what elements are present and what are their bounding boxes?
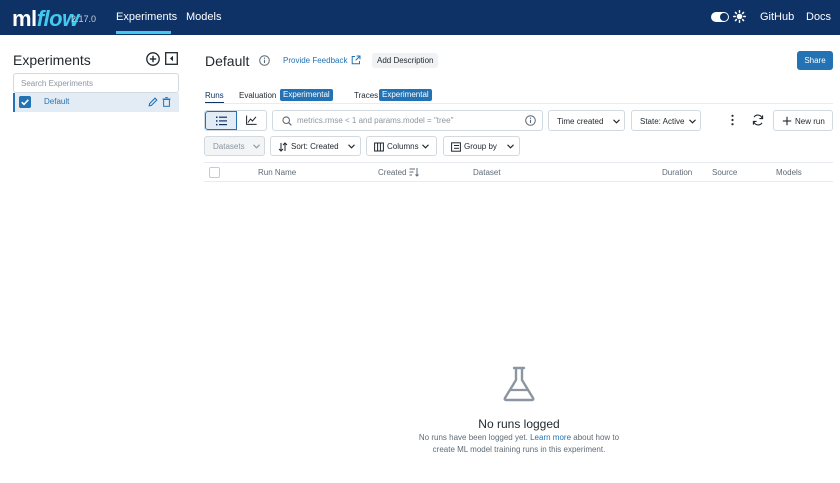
version-label: 2.17.0 xyxy=(71,14,97,24)
tab-evaluation[interactable]: Evaluation xyxy=(239,91,276,100)
dark-mode-toggle[interactable] xyxy=(711,12,729,22)
logo-ml-text: ml xyxy=(12,6,37,31)
empty-state-description: No runs have been logged yet. Learn more… xyxy=(409,432,629,456)
group-by-button[interactable]: Group by xyxy=(443,136,520,156)
select-all-checkbox[interactable] xyxy=(209,167,220,178)
nav-active-indicator xyxy=(116,31,171,34)
sort-label: Sort: Created xyxy=(291,142,339,151)
sort-icon xyxy=(278,142,288,152)
top-navigation-bar: ml flow 2.17.0 Experiments Models GitHub … xyxy=(0,0,840,35)
view-mode-toggle xyxy=(204,110,267,131)
column-header-created[interactable]: Created xyxy=(378,168,406,177)
experimental-badge: Experimental xyxy=(379,89,432,101)
line-chart-icon xyxy=(246,115,257,125)
add-experiment-icon[interactable] xyxy=(146,52,160,66)
state-label: State: Active xyxy=(640,117,685,126)
tabs-divider xyxy=(205,103,833,104)
column-header-models[interactable]: Models xyxy=(776,168,802,177)
run-search-box xyxy=(272,110,543,131)
info-icon[interactable] xyxy=(525,115,536,126)
run-search-input[interactable] xyxy=(297,114,519,127)
datasets-filter-button[interactable]: Datasets xyxy=(204,136,265,156)
new-run-button[interactable]: New run xyxy=(773,110,833,131)
runs-table-header: Run Name Created Dataset Duration Source… xyxy=(204,162,833,182)
nav-models[interactable]: Models xyxy=(186,11,221,23)
checkbox-checked-icon[interactable] xyxy=(19,96,31,108)
flask-icon xyxy=(503,366,535,402)
sidebar-title: Experiments xyxy=(13,52,91,68)
tab-traces[interactable]: Traces xyxy=(354,91,378,100)
sort-descending-icon[interactable] xyxy=(409,167,419,177)
column-header-duration[interactable]: Duration xyxy=(662,168,692,177)
empty-state-title: No runs logged xyxy=(478,417,560,431)
columns-button[interactable]: Columns xyxy=(366,136,437,156)
sidebar-item-default[interactable]: Default xyxy=(13,93,179,112)
column-header-dataset[interactable]: Dataset xyxy=(473,168,501,177)
columns-icon xyxy=(374,142,384,152)
sidebar-item-label: Default xyxy=(44,97,70,106)
tab-runs[interactable]: Runs xyxy=(205,91,224,100)
time-created-select[interactable]: Time created xyxy=(548,110,625,131)
info-icon[interactable] xyxy=(259,55,270,66)
provide-feedback-link[interactable]: Provide Feedback xyxy=(283,56,347,65)
search-icon xyxy=(282,116,292,126)
add-description-button[interactable]: Add Description xyxy=(372,53,439,68)
pencil-icon[interactable] xyxy=(148,97,158,107)
datasets-label: Datasets xyxy=(213,142,245,151)
mlflow-logo[interactable]: ml flow xyxy=(12,3,79,31)
list-icon xyxy=(216,116,227,126)
share-button[interactable]: Share xyxy=(797,51,833,70)
collapse-sidebar-icon[interactable] xyxy=(165,52,178,65)
nav-docs[interactable]: Docs xyxy=(806,11,831,23)
chart-view-button[interactable] xyxy=(237,111,267,130)
columns-label: Columns xyxy=(387,142,419,151)
chevron-down-icon xyxy=(253,144,260,149)
new-run-label: New run xyxy=(795,117,825,126)
column-header-run-name[interactable]: Run Name xyxy=(258,168,296,177)
learn-more-link[interactable]: Learn more xyxy=(530,433,571,442)
experiment-search-input[interactable] xyxy=(13,73,179,93)
more-options-icon[interactable] xyxy=(728,114,737,126)
nav-github[interactable]: GitHub xyxy=(760,11,794,23)
table-view-button[interactable] xyxy=(205,111,237,130)
page-title: Default xyxy=(205,53,250,69)
plus-icon xyxy=(782,116,792,126)
trash-icon[interactable] xyxy=(162,97,171,107)
external-link-icon[interactable] xyxy=(351,55,361,65)
column-header-source[interactable]: Source xyxy=(712,168,737,177)
chevron-down-icon xyxy=(689,119,696,124)
sun-icon xyxy=(733,10,746,23)
chevron-down-icon xyxy=(507,144,514,149)
nav-experiments[interactable]: Experiments xyxy=(116,11,177,23)
group-by-label: Group by xyxy=(464,142,497,151)
experimental-badge: Experimental xyxy=(280,89,333,101)
group-icon xyxy=(451,142,461,152)
state-select[interactable]: State: Active xyxy=(631,110,701,131)
time-created-label: Time created xyxy=(557,117,604,126)
empty-state-text-before: No runs have been logged yet. xyxy=(418,433,528,442)
sort-button[interactable]: Sort: Created xyxy=(270,136,361,156)
chevron-down-icon xyxy=(613,119,620,124)
refresh-icon[interactable] xyxy=(752,114,764,126)
chevron-down-icon xyxy=(348,144,355,149)
chevron-down-icon xyxy=(422,144,429,149)
